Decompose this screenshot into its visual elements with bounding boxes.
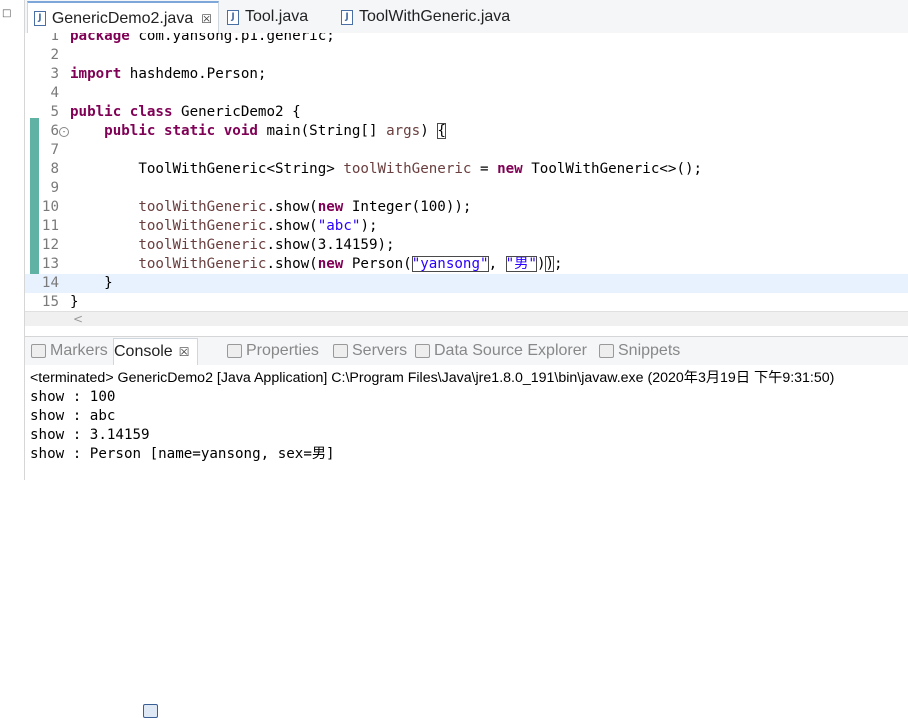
code-line[interactable]: 14 } <box>25 274 908 293</box>
console-view[interactable]: <terminated> GenericDemo2 [Java Applicat… <box>25 365 908 480</box>
console-output-line: show : Person [name=yansong, sex=男] <box>30 446 335 462</box>
tab-label: Properties <box>246 342 319 359</box>
code-text: toolWithGeneric.show(new Integer(100)); <box>138 199 472 215</box>
tab-tool[interactable]: J Tool.java <box>221 3 308 31</box>
tab-markers[interactable]: Markers <box>27 340 108 362</box>
code-text: package com.yansong.p1.generic; <box>70 33 335 44</box>
line-number: 9 <box>50 180 59 196</box>
code-line[interactable]: 10 toolWithGeneric.show(new Integer(100)… <box>25 198 908 217</box>
line-number: 13 <box>41 256 59 272</box>
code-line[interactable]: 11 toolWithGeneric.show("abc"); <box>25 217 908 236</box>
code-line[interactable]: 13 toolWithGeneric.show(new Person("yans… <box>25 255 908 274</box>
tab-label: GenericDemo2.java <box>51 9 194 27</box>
scroll-left-icon[interactable]: < <box>73 312 83 326</box>
line-number: 3 <box>50 66 59 82</box>
java-file-icon: J <box>34 11 46 26</box>
code-text: import hashdemo.Person; <box>70 66 267 82</box>
tab-genericdemo2[interactable]: J GenericDemo2.java ☒ <box>27 1 219 34</box>
tab-label: Snippets <box>618 342 681 359</box>
code-text: public class GenericDemo2 { <box>70 104 301 120</box>
snippets-icon <box>599 344 614 358</box>
code-text: ToolWithGeneric<String> toolWithGeneric … <box>70 161 703 177</box>
code-line[interactable]: 6- public static void main(String[] args… <box>25 122 908 141</box>
minimize-icon[interactable]: □ <box>2 8 11 19</box>
tab-toolwithgeneric[interactable]: J ToolWithGeneric.java <box>335 3 510 31</box>
code-line[interactable]: 15} <box>25 293 908 312</box>
code-line[interactable]: 5 public class GenericDemo2 { <box>25 103 908 122</box>
line-number: 7 <box>50 142 59 158</box>
tab-label: ToolWithGeneric.java <box>359 8 511 25</box>
fold-toggle-icon[interactable]: - <box>59 127 69 137</box>
code-text: toolWithGeneric.show(3.14159); <box>138 237 395 253</box>
code-text: } <box>70 275 113 291</box>
editor-tab-bar: J GenericDemo2.java ☒ J Tool.java J Tool… <box>25 0 908 34</box>
close-tab-icon[interactable]: ☒ <box>201 12 212 26</box>
code-line[interactable]: 2 <box>25 46 908 65</box>
line-number: 2 <box>50 47 59 63</box>
terminated-status: <terminated> GenericDemo2 [Java Applicat… <box>30 370 835 386</box>
code-line[interactable]: 8 ToolWithGeneric<String> toolWithGeneri… <box>25 160 908 179</box>
tab-label: Servers <box>352 342 408 359</box>
markers-icon <box>31 344 46 358</box>
tab-label: Markers <box>50 342 108 359</box>
line-number: 1 <box>50 33 59 44</box>
tab-label: Tool.java <box>245 8 309 25</box>
tab-properties[interactable]: Properties <box>223 340 319 362</box>
java-file-icon: J <box>341 9 353 25</box>
tab-snippets[interactable]: Snippets <box>595 340 680 362</box>
tab-label: Console <box>114 343 173 360</box>
code-text: public static void main(String[] args) { <box>104 123 446 139</box>
code-line[interactable]: 9 <box>25 179 908 198</box>
line-number: 12 <box>41 237 59 253</box>
tab-servers[interactable]: Servers <box>329 340 407 362</box>
horizontal-scrollbar[interactable]: < <box>25 311 908 326</box>
line-number: 10 <box>41 199 59 215</box>
code-text: toolWithGeneric.show(new Person("yansong… <box>138 256 563 272</box>
bottom-panel-tabs: Markers Console ☒ Properties Servers Dat… <box>25 336 908 718</box>
close-tab-icon[interactable]: ☒ <box>179 345 190 359</box>
console-icon <box>143 704 158 718</box>
left-side-strip: □ <box>0 0 25 480</box>
tab-data-source-explorer[interactable]: Data Source Explorer <box>411 340 587 362</box>
console-output-line: show : 100 <box>30 389 116 405</box>
code-editor[interactable]: 1 package com.yansong.p1.generic; 2 3 import… <box>25 33 908 326</box>
code-line[interactable]: 7 <box>25 141 908 160</box>
line-number: 14 <box>41 275 59 291</box>
line-number: 5 <box>50 104 59 120</box>
code-text: } <box>70 294 79 310</box>
java-file-icon: J <box>227 9 239 25</box>
line-number: 15 <box>41 294 59 310</box>
code-line[interactable]: 12 toolWithGeneric.show(3.14159); <box>25 236 908 255</box>
properties-icon <box>227 344 242 358</box>
line-number: 6 <box>50 123 59 139</box>
line-number: 11 <box>41 218 59 234</box>
code-line[interactable]: 4 <box>25 84 908 103</box>
code-line[interactable]: 3 import hashdemo.Person; <box>25 65 908 84</box>
servers-icon <box>333 344 348 358</box>
line-number: 8 <box>50 161 59 177</box>
tab-console[interactable]: Console ☒ <box>113 338 199 718</box>
database-icon <box>415 344 430 358</box>
code-text: toolWithGeneric.show("abc"); <box>138 218 378 234</box>
line-number: 4 <box>50 85 59 101</box>
code-line[interactable]: 1 package com.yansong.p1.generic; <box>25 33 908 46</box>
tab-label: Data Source Explorer <box>434 342 587 359</box>
console-output-line: show : abc <box>30 408 116 424</box>
console-output-line: show : 3.14159 <box>30 427 150 443</box>
